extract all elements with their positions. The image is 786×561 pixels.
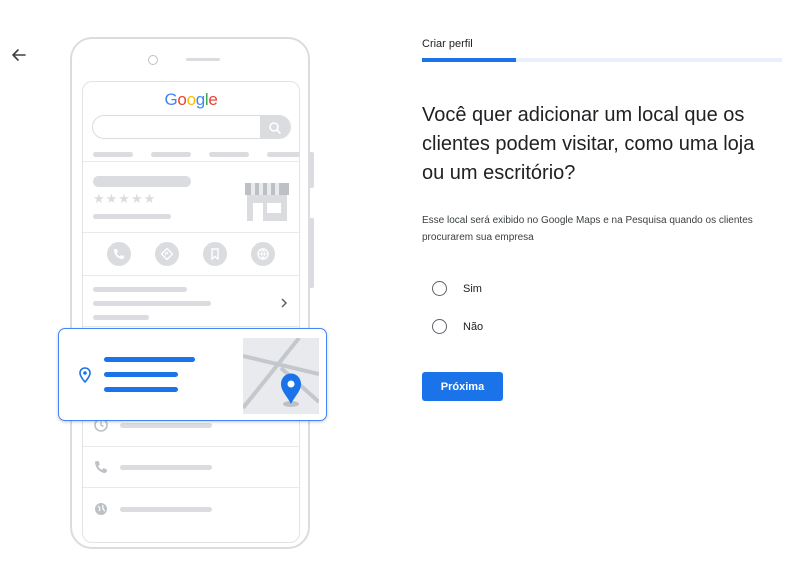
- rating-stars: ★★★★★: [93, 191, 157, 206]
- storefront-icon: [243, 177, 291, 228]
- radio-button[interactable]: [432, 319, 447, 334]
- placeholder-bar: [93, 176, 191, 187]
- progress-fill: [422, 58, 516, 62]
- placeholder-bar: [93, 301, 211, 306]
- mini-map: [241, 336, 321, 419]
- location-pin-icon: [79, 367, 91, 388]
- placeholder-bar: [267, 152, 299, 157]
- next-button[interactable]: Próxima: [422, 372, 503, 401]
- globe-icon: [251, 242, 275, 266]
- placeholder-bar: [93, 315, 149, 320]
- page-title: Você quer adicionar um local que os clie…: [422, 104, 755, 184]
- placeholder-bar: [120, 507, 212, 512]
- step-label: Criar perfil: [422, 38, 473, 50]
- placeholder-bar: [93, 214, 171, 219]
- phone-speaker: [186, 58, 220, 61]
- divider: [83, 275, 299, 276]
- placeholder-bar: [120, 423, 212, 428]
- phone-illustration: Google ★★★★★: [70, 37, 310, 549]
- divider: [83, 326, 299, 327]
- radio-button[interactable]: [432, 281, 447, 296]
- illustration-search-box: [92, 115, 291, 139]
- placeholder-bar: [151, 152, 191, 157]
- phone-icon: [107, 242, 131, 266]
- radio-option-nao[interactable]: Não: [432, 319, 483, 334]
- phone-screen: Google ★★★★★: [82, 81, 300, 543]
- logo-letter: o: [186, 90, 196, 109]
- placeholder-bar: [209, 152, 249, 157]
- phone-icon: [94, 460, 108, 479]
- search-icon: [260, 116, 290, 138]
- progress-bar: [422, 58, 782, 62]
- radio-label: Não: [463, 320, 484, 333]
- logo-letter: o: [177, 90, 187, 109]
- radio-label: Sim: [463, 282, 482, 295]
- directions-icon: [155, 242, 179, 266]
- address-line: [104, 372, 178, 377]
- logo-letter: G: [164, 90, 178, 109]
- globe-icon: [94, 502, 108, 521]
- logo-letter: e: [208, 90, 218, 109]
- divider: [83, 232, 299, 233]
- divider: [83, 161, 299, 162]
- location-card: [58, 328, 327, 421]
- logo-letter: g: [195, 90, 205, 109]
- placeholder-bar: [93, 287, 187, 292]
- google-logo: Google: [83, 90, 299, 110]
- address-line: [104, 387, 178, 392]
- divider: [83, 487, 299, 488]
- address-line: [104, 357, 195, 362]
- phone-camera: [148, 55, 158, 65]
- placeholder-bar: [120, 465, 212, 470]
- description-text: Esse local será exibido no Google Maps e…: [422, 215, 753, 243]
- chevron-right-icon: [279, 296, 289, 314]
- placeholder-bar: [93, 152, 133, 157]
- phone-side-button: [310, 152, 314, 188]
- bookmark-icon: [203, 242, 227, 266]
- back-arrow-icon[interactable]: [8, 44, 30, 66]
- radio-option-sim[interactable]: Sim: [432, 281, 482, 296]
- divider: [83, 446, 299, 447]
- phone-side-button: [310, 218, 314, 288]
